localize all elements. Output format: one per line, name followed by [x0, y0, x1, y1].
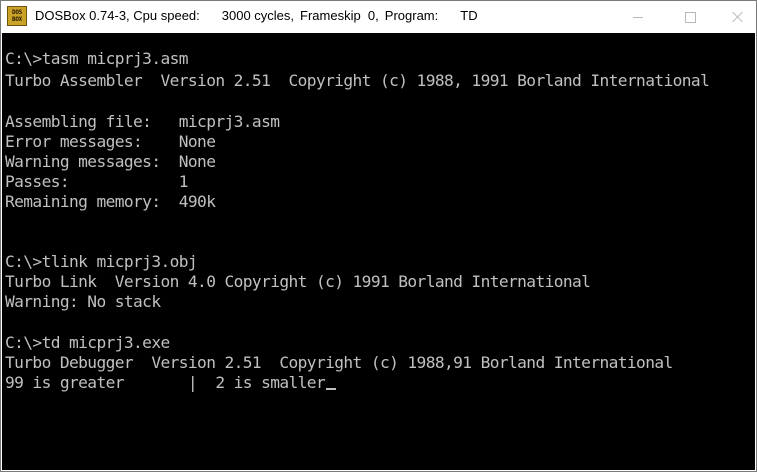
title-cycles: 3000 cycles,	[221, 8, 295, 23]
title-program-label: Program:	[384, 8, 439, 23]
minimize-button[interactable]	[615, 1, 661, 33]
terminal-line: C:\>td micprj3.exe	[5, 333, 170, 352]
maximize-icon	[684, 11, 696, 23]
minimize-icon	[633, 16, 643, 18]
dos-terminal[interactable]: C:\>tasm micprj3.asm Turbo Assembler Ver…	[2, 33, 755, 470]
terminal-output-line: 99 is greater | 2 is smaller	[5, 373, 337, 393]
program-output: 99 is greater | 2 is smaller	[5, 373, 326, 392]
terminal-line: Turbo Link Version 4.0 Copyright (c) 199…	[5, 272, 591, 291]
close-icon	[732, 11, 744, 23]
terminal-line: Turbo Assembler Version 2.51 Copyright (…	[5, 71, 710, 90]
app-icon-text-top: DOS	[12, 9, 22, 16]
title-app: DOSBox 0.74-3, Cpu speed:	[35, 8, 200, 23]
maximize-button[interactable]	[667, 1, 713, 33]
terminal-line: Turbo Debugger Version 2.51 Copyright (c…	[5, 353, 673, 372]
terminal-line: C:\>tasm micprj3.asm	[5, 49, 189, 68]
app-icon-text-bottom: BOX	[12, 16, 22, 23]
terminal-line: Passes: 1	[5, 172, 189, 191]
window-title: DOSBox 0.74-3, Cpu speed: 3000 cycles, Fra…	[35, 8, 478, 23]
dosbox-window: DOS BOX DOSBox 0.74-3, Cpu speed: 3000 cy…	[0, 0, 757, 472]
terminal-line: Error messages: None	[5, 132, 216, 151]
close-button[interactable]	[715, 1, 756, 33]
text-cursor	[326, 388, 337, 390]
terminal-line: Warning: No stack	[5, 292, 161, 311]
terminal-line: Remaining memory: 490k	[5, 192, 216, 211]
title-bar[interactable]: DOS BOX DOSBox 0.74-3, Cpu speed: 3000 cy…	[1, 1, 756, 33]
title-program: TD	[460, 8, 478, 23]
title-frameskip: Frameskip 0,	[300, 8, 379, 23]
terminal-line: Assembling file: micprj3.asm	[5, 112, 280, 131]
terminal-line: Warning messages: None	[5, 152, 216, 171]
terminal-line: C:\>tlink micprj3.obj	[5, 252, 198, 271]
dosbox-app-icon[interactable]: DOS BOX	[7, 6, 27, 26]
